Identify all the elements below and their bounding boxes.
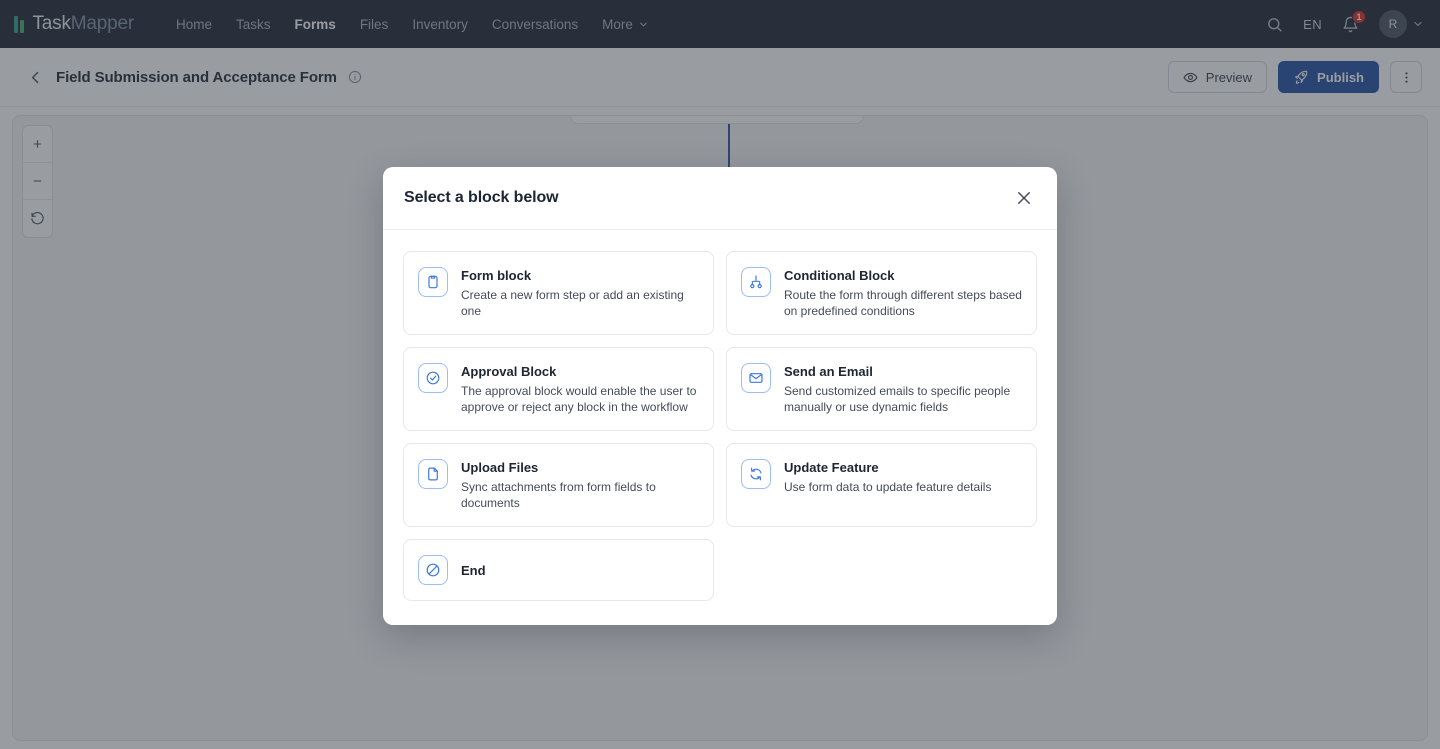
block-option-title: Send an Email bbox=[784, 364, 873, 379]
block-option-title: Conditional Block bbox=[784, 268, 895, 283]
modal-header: Select a block below bbox=[383, 167, 1057, 230]
block-option-text: Send an Email Send customized emails to … bbox=[784, 363, 1022, 415]
block-option-text: Upload Files Sync attachments from form … bbox=[461, 459, 699, 511]
modal-title: Select a block below bbox=[404, 189, 559, 206]
block-option-update-feature[interactable]: Update Feature Use form data to update f… bbox=[726, 443, 1037, 527]
block-option-conditional-block[interactable]: Conditional Block Route the form through… bbox=[726, 251, 1037, 335]
block-option-end[interactable]: End bbox=[403, 539, 714, 601]
block-option-description: Send customized emails to specific peopl… bbox=[784, 384, 1011, 414]
block-option-title: Approval Block bbox=[461, 364, 557, 379]
close-button[interactable] bbox=[1013, 187, 1035, 209]
branch-split-icon bbox=[741, 267, 771, 297]
block-option-title: Update Feature bbox=[784, 460, 879, 475]
check-circle-icon bbox=[418, 363, 448, 393]
block-option-description: Sync attachments from form fields to doc… bbox=[461, 480, 656, 510]
ban-circle-icon bbox=[418, 555, 448, 585]
clipboard-icon bbox=[418, 267, 448, 297]
block-option-description: The approval block would enable the user… bbox=[461, 384, 697, 414]
select-block-modal: Select a block below Form block Create a… bbox=[383, 167, 1057, 625]
block-option-description: Create a new form step or add an existin… bbox=[461, 288, 684, 318]
block-option-title: Form block bbox=[461, 268, 532, 283]
block-option-upload-files[interactable]: Upload Files Sync attachments from form … bbox=[403, 443, 714, 527]
envelope-icon bbox=[741, 363, 771, 393]
block-option-title: End bbox=[461, 562, 486, 578]
block-option-text: Form block Create a new form step or add… bbox=[461, 267, 699, 319]
block-option-approval-block[interactable]: Approval Block The approval block would … bbox=[403, 347, 714, 431]
block-options-grid: Form block Create a new form step or add… bbox=[383, 230, 1057, 625]
block-option-text: Update Feature Use form data to update f… bbox=[784, 459, 991, 496]
block-option-send-an-email[interactable]: Send an Email Send customized emails to … bbox=[726, 347, 1037, 431]
block-option-description: Use form data to update feature details bbox=[784, 480, 992, 494]
block-option-description: Route the form through different steps b… bbox=[784, 288, 1022, 318]
block-option-text: End bbox=[461, 562, 486, 579]
block-option-text: Conditional Block Route the form through… bbox=[784, 267, 1022, 319]
refresh-icon bbox=[741, 459, 771, 489]
block-option-title: Upload Files bbox=[461, 460, 539, 475]
close-icon bbox=[1018, 192, 1030, 204]
block-option-form-block[interactable]: Form block Create a new form step or add… bbox=[403, 251, 714, 335]
file-icon bbox=[418, 459, 448, 489]
block-option-text: Approval Block The approval block would … bbox=[461, 363, 699, 415]
